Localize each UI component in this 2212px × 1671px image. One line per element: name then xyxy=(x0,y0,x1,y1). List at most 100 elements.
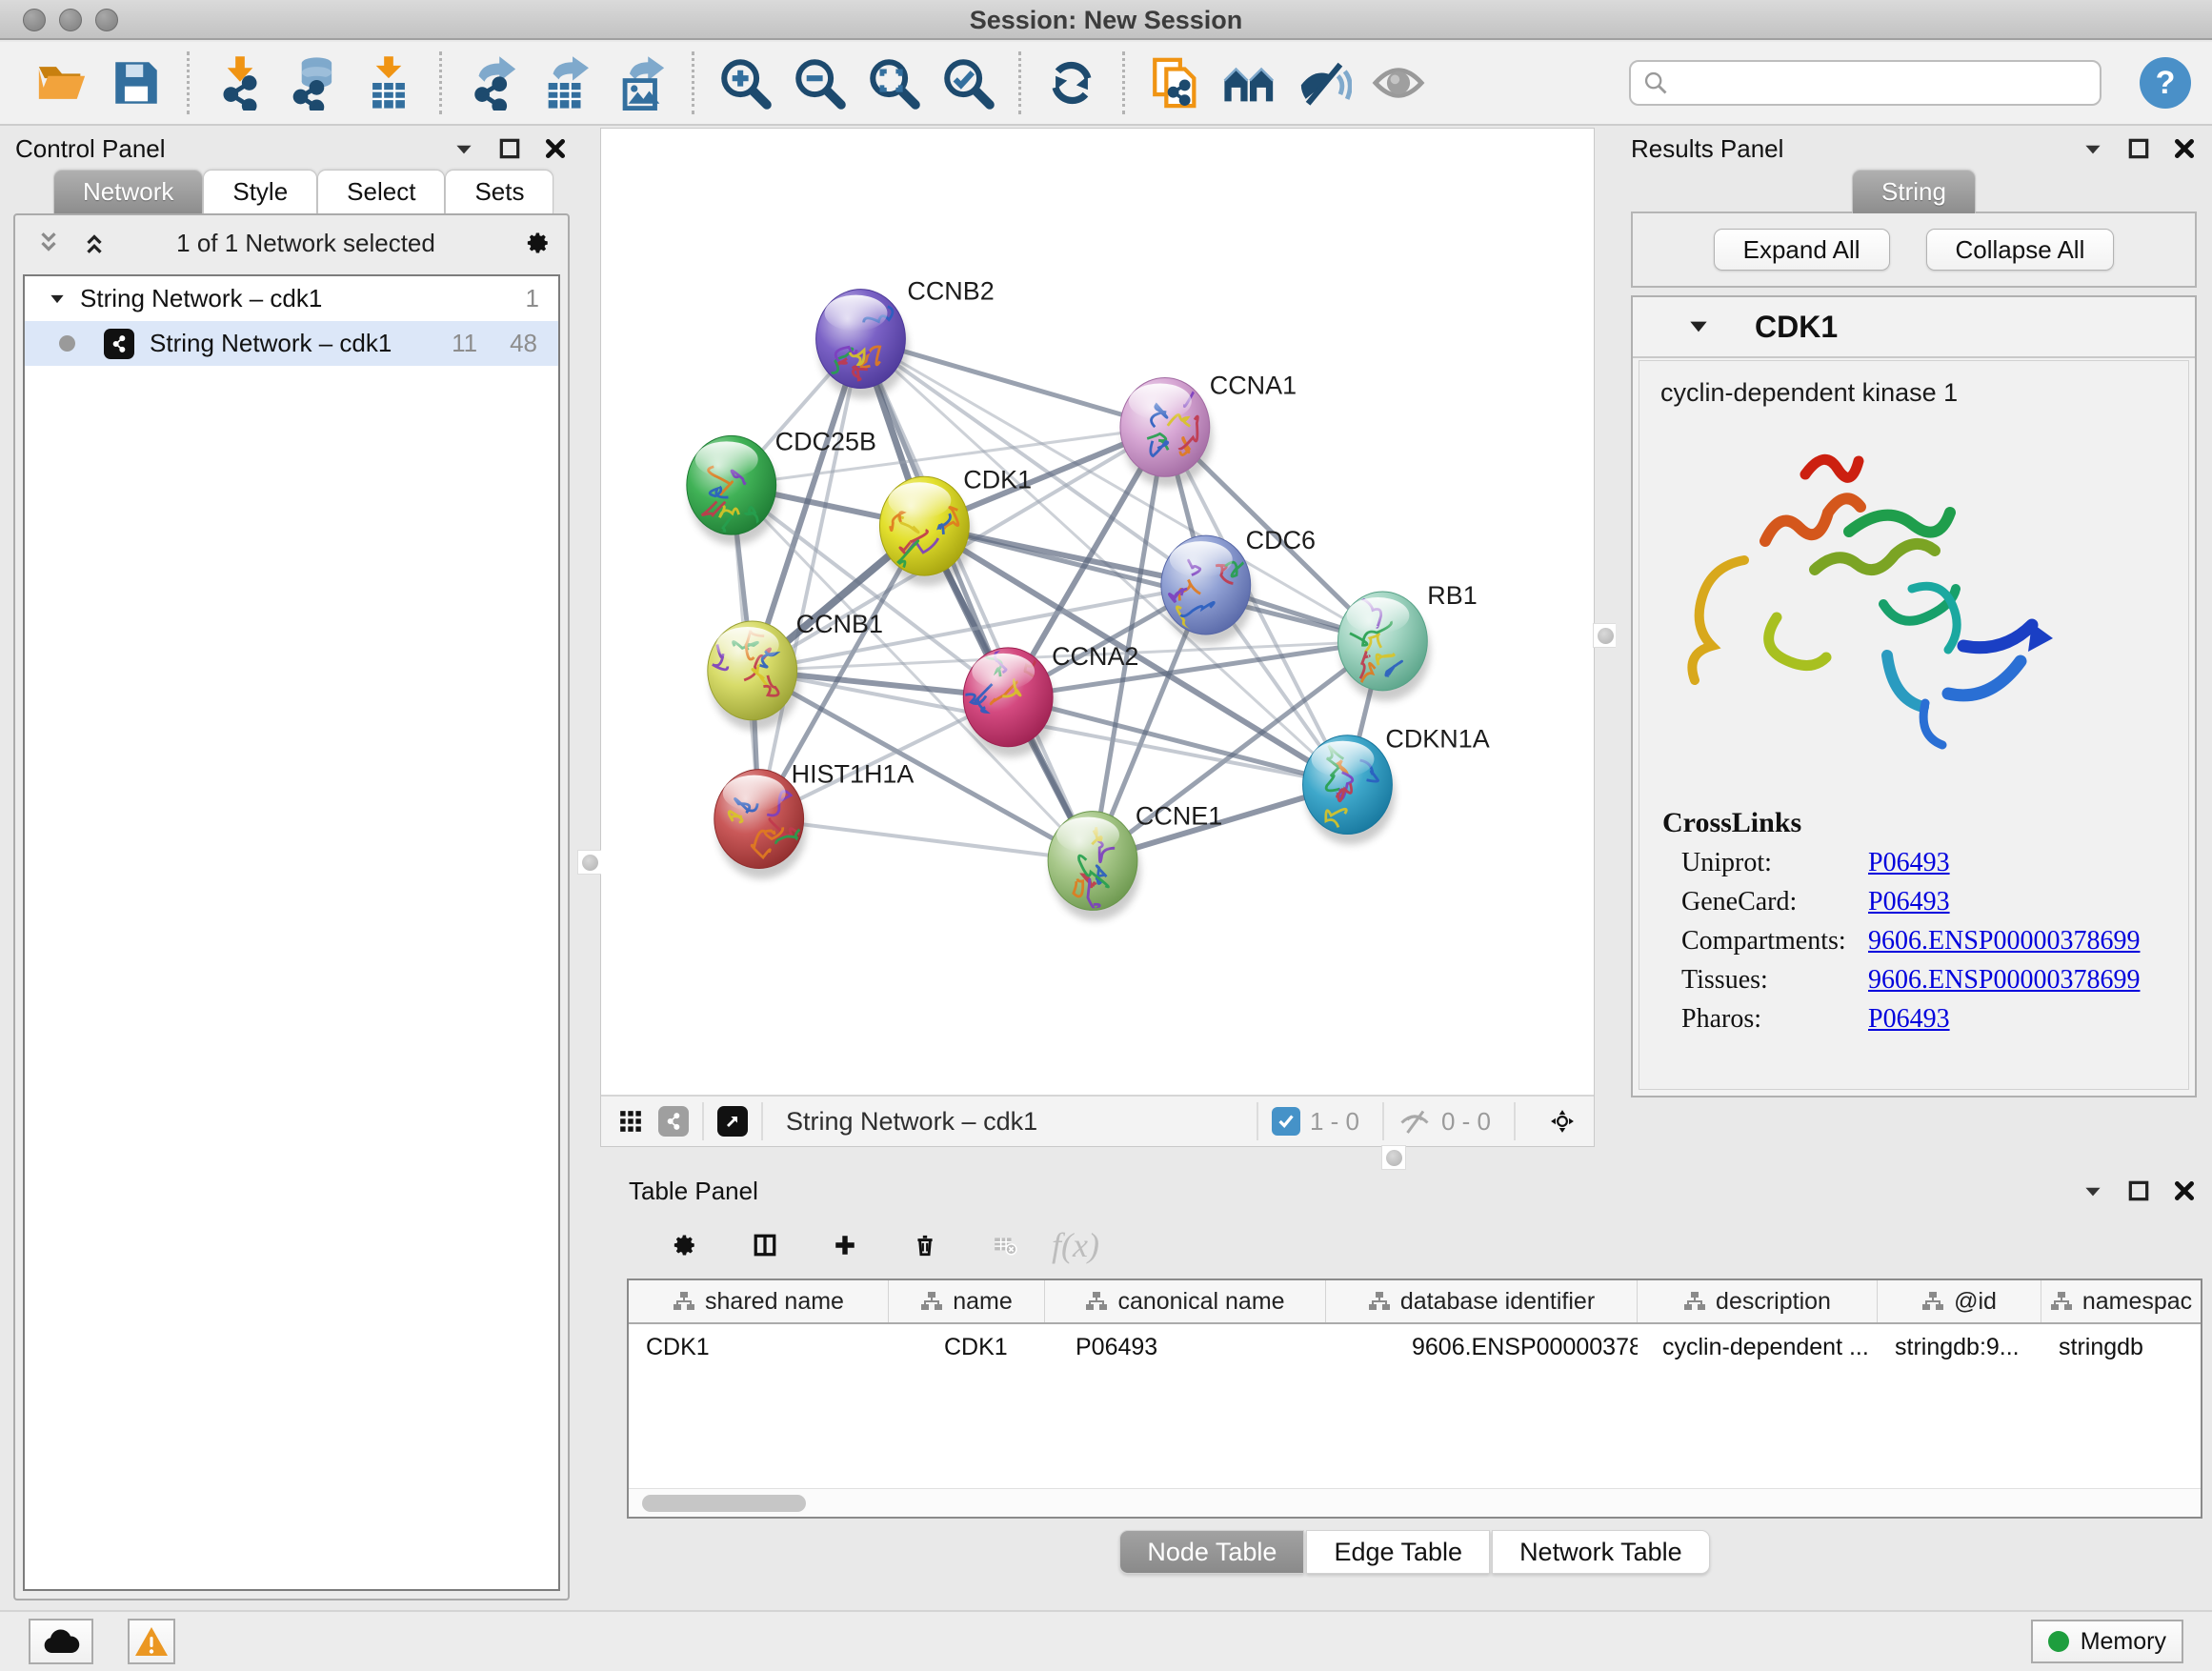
show-columns-button[interactable] xyxy=(753,1233,777,1258)
sitemap-icon xyxy=(1683,1290,1706,1313)
crosslink-row: Tissues: 9606.ENSP00000378699 xyxy=(1681,965,2188,996)
tab-network[interactable]: Network xyxy=(53,170,203,213)
network-collection-row[interactable]: String Network – cdk1 1 xyxy=(25,276,558,321)
table-panel-menu-button[interactable] xyxy=(2081,1178,2105,1203)
tab-string[interactable]: String xyxy=(1852,170,1976,213)
grid-view-button[interactable] xyxy=(618,1109,643,1134)
network-graph[interactable]: CCNB2CCNA1CDC25BCDK1CDC6RB1CCNB1CCNA2CDK… xyxy=(601,129,1594,1095)
help-button[interactable]: ? xyxy=(2140,57,2191,109)
table-horizontal-scrollbar[interactable] xyxy=(629,1488,2201,1517)
column-header[interactable]: namespac xyxy=(2041,1280,2201,1322)
uniprot-link[interactable]: P06493 xyxy=(1868,848,1950,878)
houses-icon xyxy=(1222,55,1277,111)
control-panel-close-button[interactable] xyxy=(543,136,568,161)
zoom-in-button[interactable] xyxy=(714,51,776,114)
export-image-button[interactable] xyxy=(610,51,673,114)
collapse-all-button[interactable]: Collapse All xyxy=(1926,229,2115,271)
control-panel-menu-button[interactable] xyxy=(452,136,476,161)
zoom-selected-button[interactable] xyxy=(936,51,999,114)
minimize-window-button[interactable] xyxy=(59,9,82,31)
add-column-button[interactable] xyxy=(833,1233,857,1258)
cytoscape-window: Session: New Session xyxy=(0,0,2212,1671)
expand-all-button[interactable]: Expand All xyxy=(1714,229,1890,271)
save-session-button[interactable] xyxy=(105,51,168,114)
new-network-from-selection-button[interactable] xyxy=(1144,51,1207,114)
tab-node-table[interactable]: Node Table xyxy=(1119,1530,1304,1574)
tissues-link[interactable]: 9606.ENSP00000378699 xyxy=(1868,965,2140,996)
results-panel-menu-button[interactable] xyxy=(2081,136,2105,161)
tab-network-table[interactable]: Network Table xyxy=(1492,1530,1710,1574)
toolbar-separator xyxy=(1018,51,1021,114)
column-header[interactable]: description xyxy=(1638,1280,1878,1322)
import-database-button[interactable] xyxy=(283,51,346,114)
pharos-link[interactable]: P06493 xyxy=(1868,1004,1950,1035)
expand-all-networks-button[interactable] xyxy=(82,231,107,255)
tab-style[interactable]: Style xyxy=(203,170,317,213)
warnings-button[interactable] xyxy=(128,1619,175,1664)
copy-network-icon xyxy=(1148,55,1203,111)
column-header[interactable]: shared name xyxy=(629,1280,889,1322)
export-table-button[interactable] xyxy=(535,51,598,114)
left-splitter[interactable] xyxy=(583,128,600,1610)
scrollbar-thumb[interactable] xyxy=(642,1495,806,1512)
import-table-button[interactable] xyxy=(357,51,420,114)
search-input[interactable] xyxy=(1669,70,2100,97)
hide-selection-button[interactable] xyxy=(1293,51,1356,114)
results-panel-float-button[interactable] xyxy=(2126,136,2151,161)
double-chevron-up-icon xyxy=(82,231,107,255)
import-network-button[interactable] xyxy=(209,51,271,114)
column-header[interactable]: canonical name xyxy=(1045,1280,1326,1322)
zoom-window-button[interactable] xyxy=(95,9,118,31)
table-panel-float-button[interactable] xyxy=(2126,1178,2151,1203)
selected-nodes-checkbox[interactable] xyxy=(1272,1107,1300,1136)
tab-select[interactable]: Select xyxy=(317,170,445,213)
genecard-link[interactable]: P06493 xyxy=(1868,887,1950,917)
edge-CCNB2-HIST1H1A[interactable] xyxy=(759,339,861,819)
fit-selected-button[interactable] xyxy=(1550,1109,1575,1134)
search-box xyxy=(1629,60,2101,106)
right-splitter[interactable] xyxy=(1595,128,1616,1147)
right-splitter-handle[interactable] xyxy=(1593,623,1618,648)
tab-edge-table[interactable]: Edge Table xyxy=(1306,1530,1490,1574)
gene-entry-header[interactable]: CDK1 xyxy=(1633,297,2195,358)
zoom-out-button[interactable] xyxy=(788,51,851,114)
collapse-all-networks-button[interactable] xyxy=(36,231,61,255)
column-header[interactable]: @id xyxy=(1878,1280,2041,1322)
check-icon xyxy=(1276,1111,1297,1132)
tab-sets[interactable]: Sets xyxy=(445,170,553,213)
refresh-view-button[interactable] xyxy=(1040,51,1103,114)
cloud-status-button[interactable] xyxy=(29,1619,93,1664)
network-view-type-button[interactable] xyxy=(658,1106,689,1137)
left-splitter-handle[interactable] xyxy=(577,850,602,875)
bottom-splitter[interactable] xyxy=(600,1147,2212,1170)
bottom-splitter-handle[interactable] xyxy=(1381,1145,1406,1170)
network-options-button[interactable] xyxy=(526,231,551,255)
open-session-button[interactable] xyxy=(30,51,93,114)
column-header[interactable]: name xyxy=(889,1280,1045,1322)
network-view-toolbar: String Network – cdk1 1 - 0 0 - 0 xyxy=(601,1095,1594,1146)
results-panel-close-button[interactable] xyxy=(2172,136,2197,161)
network-canvas[interactable]: CCNB2CCNA1CDC25BCDK1CDC6RB1CCNB1CCNA2CDK… xyxy=(601,129,1594,1095)
network-row[interactable]: String Network – cdk1 11 48 xyxy=(25,321,558,366)
table-panel-close-button[interactable] xyxy=(2172,1178,2197,1203)
edge-HIST1H1A-CCNE1[interactable] xyxy=(759,819,1093,861)
close-icon xyxy=(2172,136,2197,161)
chevron-down-icon xyxy=(2081,136,2105,161)
sitemap-icon xyxy=(1921,1290,1944,1313)
compartments-link[interactable]: 9606.ENSP00000378699 xyxy=(1868,926,2140,956)
zoom-fit-button[interactable] xyxy=(862,51,925,114)
show-all-button[interactable] xyxy=(1367,51,1430,114)
table-panel: Table Panel f(x) shared name xyxy=(617,1170,2212,1610)
export-network-button[interactable] xyxy=(461,51,524,114)
memory-button[interactable]: Memory xyxy=(2031,1620,2183,1663)
table-row[interactable]: CDK1 CDK1 P06493 9606.ENSP00000378699 cy… xyxy=(629,1324,2201,1370)
column-header[interactable]: database identifier xyxy=(1326,1280,1638,1322)
first-neighbors-button[interactable] xyxy=(1218,51,1281,114)
birds-eye-view-button[interactable] xyxy=(717,1106,748,1137)
control-panel-float-button[interactable] xyxy=(497,136,522,161)
close-window-button[interactable] xyxy=(23,9,46,31)
table-options-button[interactable] xyxy=(673,1233,697,1258)
results-button-bar: Expand All Collapse All xyxy=(1631,211,2197,288)
delete-column-button[interactable] xyxy=(913,1233,937,1258)
export-network-icon xyxy=(465,55,520,111)
